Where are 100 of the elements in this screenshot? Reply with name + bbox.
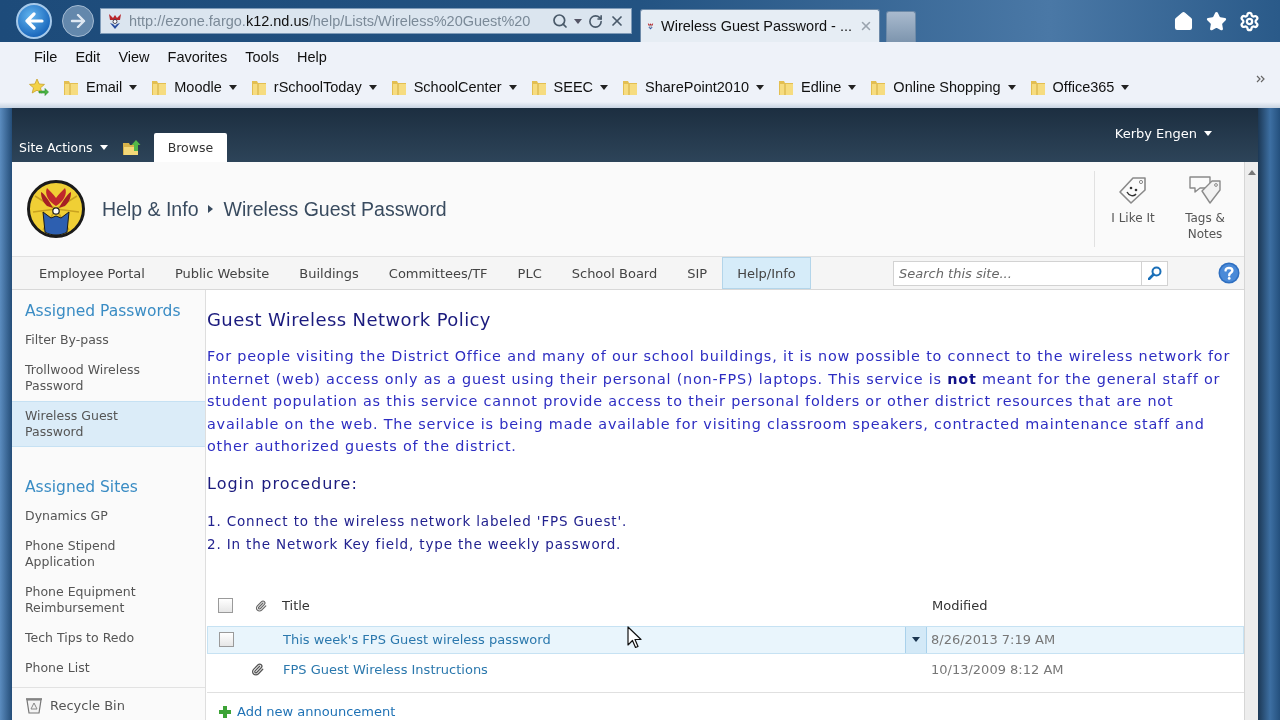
folder-up-icon[interactable] [121,139,142,156]
nav-tab[interactable]: SIP [672,257,723,289]
policy-paragraph: For people visiting the District Office and many of our school buildings, it is now possible to connect to the wireless network for internet (web) access only as a guest using their personal (non-FPS) laptops. This service is not meant for the general staff or student population as this service cannot provide access to their personal folders or other district resources that are not available on the web. The service is being made available for visiting classroom speakers, contracted maintenance staff and other authorized guests of the district. [207,347,1232,456]
dropdown-button[interactable] [574,18,582,24]
caret-down-icon [228,84,237,90]
modified-date: 10/13/2009 8:12 AM [930,662,1064,677]
menu-item[interactable]: View [109,49,159,65]
folder-icon [622,78,639,96]
social-button[interactable]: I Like It [1100,171,1166,247]
search-icon [1147,266,1162,280]
nav-tab[interactable]: PLC [502,257,557,289]
help-icon[interactable] [1218,262,1240,284]
nav-tab[interactable]: Buildings [284,257,374,289]
procedure-step: 2. In the Network Key field, type the weekly password. [207,532,1244,556]
arrow-right-icon [70,14,86,28]
add-new-link[interactable]: Add new announcement [219,703,396,720]
caret-down-icon [1007,84,1016,90]
address-field[interactable]: http://ezone.fargo.k12.nd.us/help/Lists/Wireless%20Guest%20 [100,8,632,34]
mouse-pointer-icon [627,626,642,649]
more-chevron-icon[interactable] [1256,75,1266,83]
close-icon[interactable] [609,13,625,29]
caret-down-icon [600,84,609,90]
ribbon-tab[interactable]: Browse [153,133,228,162]
nav-link[interactable]: Phone List [12,653,205,683]
nav-tab[interactable]: Help/Info [722,257,811,289]
favorites-folder[interactable]: rSchoolToday [250,78,377,96]
breadcrumb-arrow-icon [208,205,214,213]
nav-tab[interactable]: Employee Portal [24,257,160,289]
folder-icon [778,78,795,96]
caret-down-icon [848,84,857,90]
plus-icon [219,705,231,718]
folder-icon [530,78,547,96]
nav-tab[interactable]: Committees/TF [373,257,503,289]
search-button[interactable] [1142,260,1168,286]
nav-link[interactable]: Phone Equipment Reimbursement [12,577,205,623]
search-field[interactable]: Search this site... [893,260,1142,286]
caret-down-icon [574,18,582,24]
favorites-folder[interactable]: Edline [778,78,857,96]
page-title: Wireless Guest Password [223,197,447,221]
menu-item[interactable]: File [25,49,67,65]
recycle-bin-link[interactable]: Recycle Bin [12,687,205,720]
menu-item[interactable]: Tools [236,49,289,65]
favorites-folder[interactable]: Email [63,78,138,96]
list-row[interactable]: This week's FPS Guest wireless password 8/26/2013 7:19 AM [207,625,1244,654]
breadcrumb-link[interactable]: Help & Info [102,197,199,221]
nav-heading[interactable]: Assigned Sites [12,476,205,498]
caret-down-icon [129,84,138,90]
trash-bin-icon [25,696,43,714]
notes-tag-icon [1188,175,1222,205]
column-header[interactable]: Title [282,598,310,613]
procedure-step: 1. Connect to the wireless network labeled 'FPS Guest'. [207,509,1244,533]
caret-down-icon [1121,84,1130,90]
favorites-folder[interactable]: SEEC [530,78,609,96]
checkbox[interactable] [219,632,234,647]
arrow-left-icon [24,12,44,30]
favorites-folder[interactable]: Online Shopping [870,78,1016,96]
item-title-link[interactable]: FPS Guest Wireless Instructions [283,662,488,677]
caret-down-icon [508,84,517,90]
page-heading: Guest Wireless Network Policy [207,308,492,332]
nav-link[interactable]: Filter By-pass [12,325,205,355]
nav-tab[interactable]: School Board [556,257,673,289]
back-button[interactable] [16,3,52,39]
star-icon[interactable] [1206,10,1227,32]
menu-item[interactable]: Edit [66,49,110,65]
refresh-icon[interactable] [588,13,603,29]
caret-down-icon [1204,131,1212,136]
folder-icon [151,78,168,96]
user-menu[interactable]: Kerby Engen [1114,126,1212,141]
menu-item[interactable]: Help [288,49,336,65]
paperclip-icon [255,599,267,612]
nav-link[interactable]: Trollwood Wireless Password [12,355,205,401]
checkbox[interactable] [218,598,233,613]
add-favorite-icon[interactable] [29,78,49,96]
column-header[interactable]: Modified [928,598,988,613]
caret-down-icon [912,637,920,642]
favorites-folder[interactable]: Office365 [1029,78,1130,96]
item-title-link[interactable]: This week's FPS Guest wireless password [283,632,551,647]
browser-tab[interactable]: Wireless Guest Password - ... [640,9,880,42]
nav-heading[interactable]: Assigned Passwords [12,300,205,322]
favorites-folder[interactable]: SharePoint2010 [622,78,765,96]
settings-icon[interactable] [1239,10,1260,32]
modified-date: 8/26/2013 7:19 AM [930,632,1056,647]
caret-down-icon [756,84,765,90]
nav-link[interactable]: Tech Tips to Redo [12,623,205,653]
forward-button[interactable] [62,5,94,37]
nav-link[interactable]: Phone Stipend Application [12,531,205,577]
favorites-folder[interactable]: SchoolCenter [390,78,517,96]
item-menu-button[interactable] [905,626,927,653]
scroll-up-icon[interactable] [1247,170,1256,175]
favorites-folder[interactable]: Moodle [151,78,237,96]
menu-item[interactable]: Favorites [158,49,237,65]
nav-link[interactable]: Wireless Guest Password [12,401,205,447]
nav-tab[interactable]: Public Website [159,257,285,289]
home-icon[interactable] [1173,10,1194,32]
favicon-icon [107,12,123,30]
site-actions-menu[interactable]: Site Actions [19,133,108,162]
social-button[interactable]: Tags & Notes [1172,171,1238,247]
search-icon[interactable] [552,13,568,29]
nav-link[interactable]: Dynamics GP [12,501,205,531]
folder-icon [870,78,887,96]
